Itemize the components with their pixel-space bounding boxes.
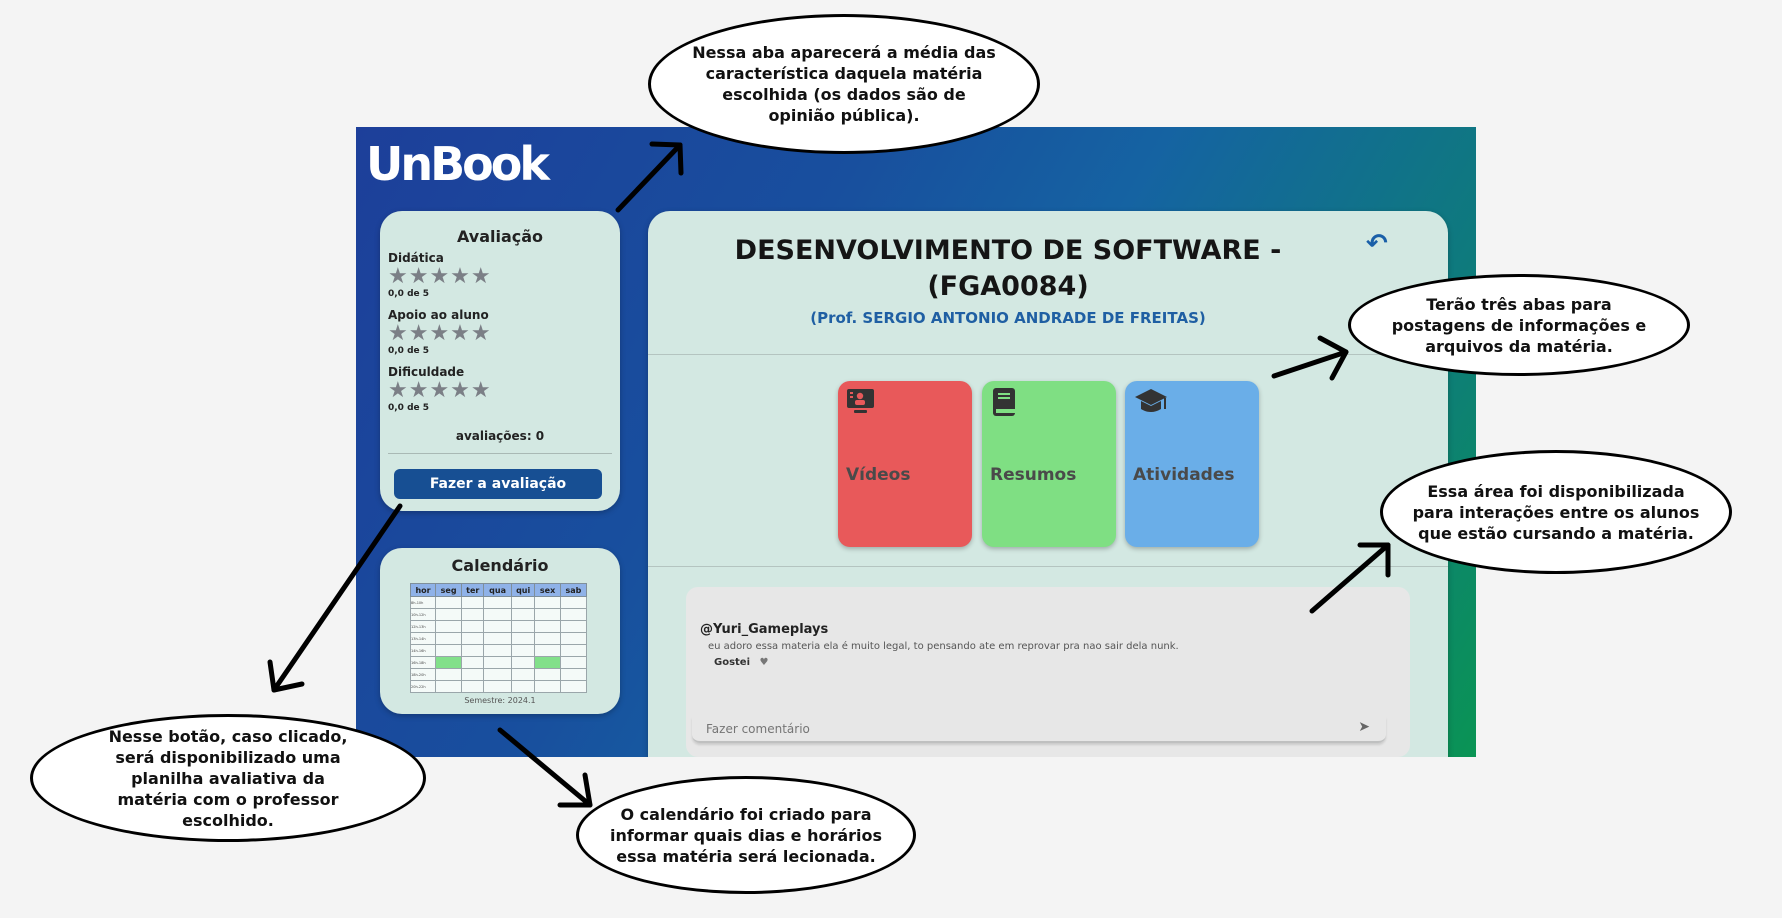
arrow-to-top-bubble [615, 142, 683, 213]
annotation-text: Nessa aba aparecerá a média das caracter… [692, 43, 996, 125]
annotation-text: O calendário foi criado para informar qu… [609, 804, 883, 866]
annotation-text: Terão três abas para postagens de inform… [1391, 294, 1647, 356]
annotation-text: Essa área foi disponibilizada para inter… [1412, 481, 1700, 543]
annotation-bubble-button: Nesse botão, caso clicado, será disponib… [30, 714, 426, 842]
annotation-bubble-calendar: O calendário foi criado para informar qu… [576, 776, 916, 894]
annotation-text: Nesse botão, caso clicado, será disponib… [108, 726, 348, 830]
annotation-bubble-evaluation: Nessa aba aparecerá a média das caracter… [648, 14, 1040, 154]
arrow-to-calendar-bubble [497, 727, 593, 808]
arrow-to-comments-bubble [1309, 542, 1391, 614]
arrow-to-button-bubble [271, 503, 403, 693]
annotation-bubble-tabs: Terão três abas para postagens de inform… [1348, 274, 1690, 376]
annotation-bubble-comments: Essa área foi disponibilizada para inter… [1380, 450, 1732, 574]
